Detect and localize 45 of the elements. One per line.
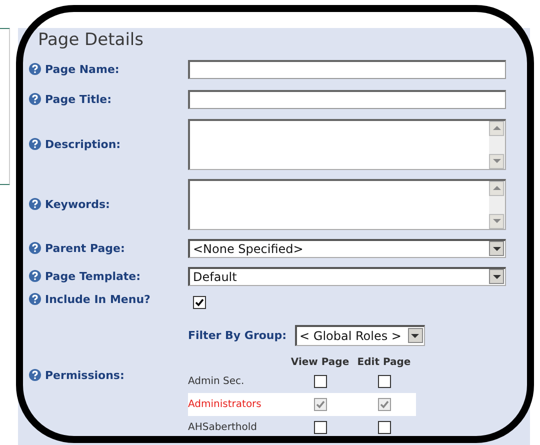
field-label: Include In Menu?: [45, 293, 150, 306]
help-icon[interactable]: [29, 242, 41, 254]
field-label: Page Template:: [45, 270, 141, 282]
scroll-up-button[interactable]: [489, 120, 504, 136]
field-label: Page Name:: [45, 62, 120, 76]
dropdown-value: <None Specified>: [192, 242, 304, 256]
role-name: Admin Sec.: [188, 376, 246, 387]
help-icon[interactable]: [29, 138, 41, 150]
section-title: Page Details: [37, 29, 144, 52]
column-header: View Page: [290, 356, 350, 368]
checkbox[interactable]: [378, 421, 390, 434]
dropdown[interactable]: < Global Roles >: [294, 324, 425, 346]
textarea-field[interactable]: [188, 178, 506, 230]
help-icon[interactable]: [29, 293, 41, 305]
checkbox[interactable]: [314, 375, 326, 388]
checkbox[interactable]: [193, 296, 206, 309]
dropdown-arrow-button[interactable]: [408, 328, 423, 343]
input-field[interactable]: [188, 90, 506, 108]
field-label: Page Title:: [45, 92, 112, 106]
role-name: AHSaberthold: [188, 422, 258, 433]
dropdown-value: Default: [192, 270, 237, 284]
field-label: Parent Page:: [45, 242, 125, 254]
help-icon[interactable]: [29, 63, 41, 75]
checkbox[interactable]: [314, 421, 326, 434]
field-label: Permissions:: [45, 368, 124, 382]
dropdown[interactable]: Default: [188, 266, 506, 286]
input-field[interactable]: [188, 60, 506, 78]
column-header: Edit Page: [356, 356, 412, 368]
help-icon[interactable]: [29, 369, 41, 381]
textarea-field[interactable]: [188, 118, 506, 170]
dropdown-value: < Global Roles >: [298, 328, 402, 342]
filter-label: Filter By Group:: [188, 328, 287, 342]
help-icon[interactable]: [29, 270, 41, 282]
help-icon[interactable]: [29, 198, 41, 210]
scroll-up-button[interactable]: [489, 180, 504, 196]
checkbox[interactable]: [378, 375, 390, 388]
dropdown-arrow-button[interactable]: [489, 241, 504, 256]
field-label: Description:: [45, 138, 121, 150]
scroll-down-button[interactable]: [489, 214, 504, 228]
role-name: Administrators: [188, 399, 262, 410]
scroll-down-button[interactable]: [489, 154, 504, 168]
field-label: Keywords:: [45, 198, 110, 210]
help-icon[interactable]: [29, 93, 41, 105]
dropdown[interactable]: <None Specified>: [188, 238, 506, 258]
dropdown-arrow-button[interactable]: [489, 269, 504, 284]
